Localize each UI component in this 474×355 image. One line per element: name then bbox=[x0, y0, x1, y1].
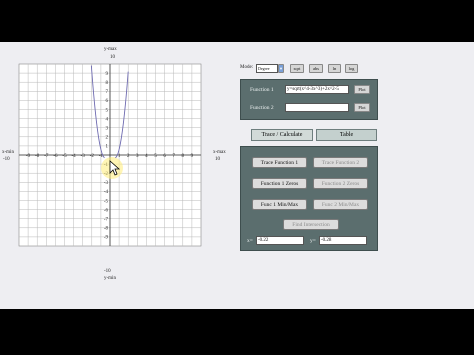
y-tick-label: -4 bbox=[104, 190, 109, 195]
xmin-label: x-min bbox=[2, 150, 14, 155]
calculate-panel: Trace Function 1 Trace Function 2 Functi… bbox=[240, 146, 378, 251]
x-tick-label: -6 bbox=[53, 154, 58, 159]
mode-select-value: Degree bbox=[258, 66, 270, 71]
y-tick-label: -3 bbox=[104, 181, 109, 186]
x-tick-label: -7 bbox=[44, 154, 49, 159]
plot2-button[interactable]: Plot bbox=[354, 103, 370, 112]
log-button[interactable]: log bbox=[345, 64, 358, 73]
x-tick-label: -4 bbox=[72, 154, 77, 159]
func1-minmax-button[interactable]: Func 1 Min/Max bbox=[252, 199, 307, 210]
trace-function1-button[interactable]: Trace Function 1 bbox=[252, 157, 307, 168]
ymin-value: -10 bbox=[104, 269, 111, 274]
mode-label: Mode: bbox=[240, 65, 254, 70]
find-intersection-button[interactable]: Find Intersection bbox=[283, 219, 339, 230]
function1-input[interactable]: y=sqrt(x^4-3x^3)+2x^2-5 bbox=[285, 85, 349, 94]
function1-zeros-button[interactable]: Function 1 Zeros bbox=[252, 178, 307, 189]
y-tick-label: -8 bbox=[104, 227, 109, 232]
plot1-button[interactable]: Plot bbox=[354, 85, 370, 94]
ymin-label: y-min bbox=[104, 276, 116, 281]
xmax-label: x-max bbox=[213, 150, 226, 155]
x-tick-label: -3 bbox=[81, 154, 86, 159]
y-tick-label: -9 bbox=[104, 236, 109, 241]
x-result-field: -0.22 bbox=[256, 236, 304, 245]
trace-function2-button[interactable]: Trace Function 2 bbox=[313, 157, 368, 168]
tab-trace-calculate[interactable]: Trace / Calculate bbox=[251, 129, 313, 141]
x-tick-label: -9 bbox=[26, 154, 31, 159]
sqrt-button[interactable]: sqrt bbox=[290, 64, 304, 73]
x-tick-label: -5 bbox=[62, 154, 67, 159]
ymax-value: 10 bbox=[110, 55, 115, 60]
function1-label: Function 1 bbox=[250, 87, 274, 93]
func2-minmax-button[interactable]: Func 2 Min/Max bbox=[313, 199, 368, 210]
function2-label: Function 2 bbox=[250, 105, 274, 111]
abs-button[interactable]: abs bbox=[309, 64, 323, 73]
xmin-value: -10 bbox=[3, 157, 10, 162]
y-tick-label: -7 bbox=[104, 218, 109, 223]
x-tick-label: -2 bbox=[90, 154, 95, 159]
function2-input[interactable] bbox=[285, 103, 349, 112]
mouse-cursor-icon bbox=[101, 157, 123, 179]
functions-panel: Function 1 y=sqrt(x^4-3x^3)+2x^2-5 Plot … bbox=[240, 79, 378, 120]
y-tick-label: -6 bbox=[104, 208, 109, 213]
chevron-down-icon[interactable]: ▾ bbox=[278, 64, 284, 73]
x-result-label: x= bbox=[247, 238, 253, 244]
tab-table[interactable]: Table bbox=[316, 129, 377, 141]
ymax-label: y-max bbox=[104, 47, 117, 52]
y-result-field: -0.28 bbox=[319, 236, 367, 245]
y-result-label: y= bbox=[310, 238, 316, 244]
xmax-value: 10 bbox=[215, 157, 220, 162]
graph-canvas[interactable]: -9-8-7-6-5-4-3-2-1123456789987654321-1-2… bbox=[0, 42, 474, 309]
mode-select[interactable]: Degree bbox=[256, 64, 278, 73]
y-tick-label: -5 bbox=[104, 199, 109, 204]
app-window: -9-8-7-6-5-4-3-2-1123456789987654321-1-2… bbox=[0, 42, 474, 309]
ln-button[interactable]: ln bbox=[328, 64, 341, 73]
function2-zeros-button[interactable]: Function 2 Zeros bbox=[313, 178, 368, 189]
x-tick-label: -8 bbox=[35, 154, 40, 159]
